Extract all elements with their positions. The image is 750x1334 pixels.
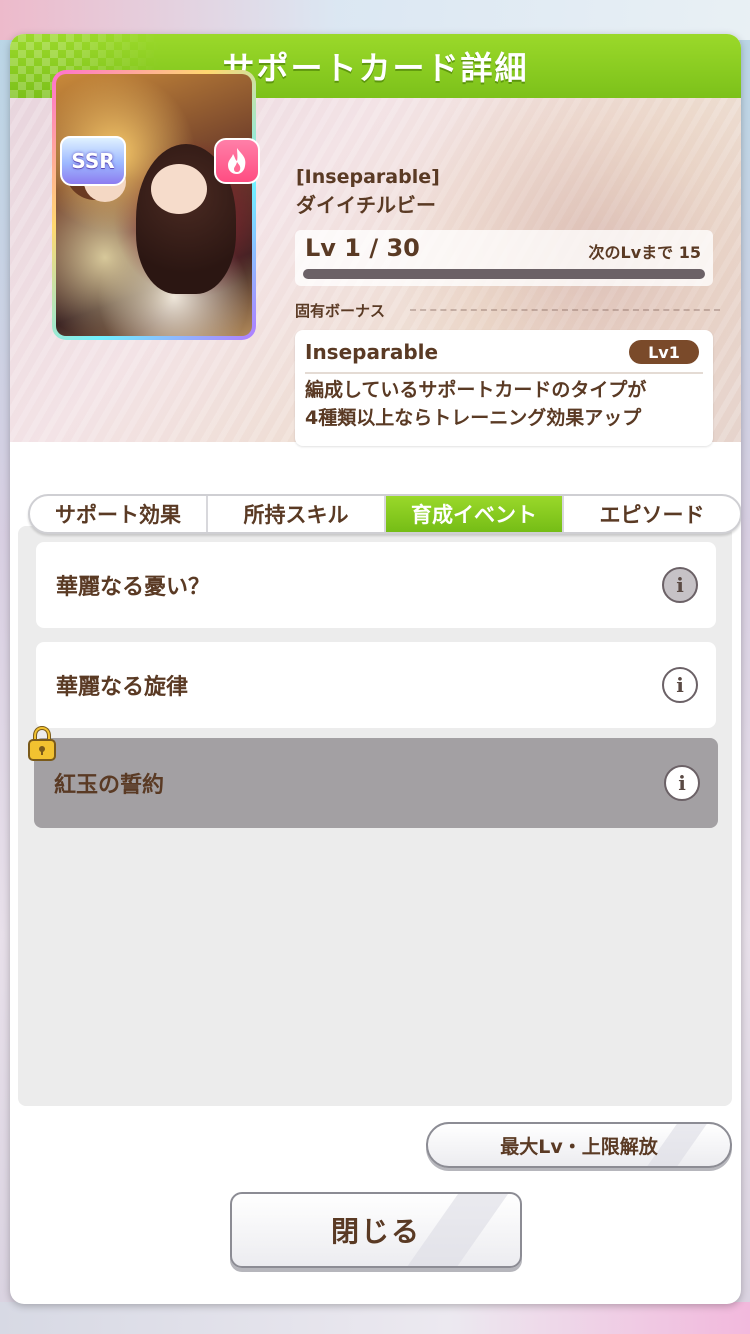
info-icon[interactable]: i bbox=[662, 567, 698, 603]
section-divider bbox=[410, 309, 720, 311]
tab-support-effect[interactable]: サポート効果 bbox=[30, 496, 208, 532]
next-level-text: 次のLvまで 15 bbox=[588, 243, 701, 262]
level-progress-bar bbox=[303, 269, 705, 279]
event-list-panel: 華麗なる憂い？ i 華麗なる旋律 i 紅玉の誓約 i bbox=[18, 526, 732, 1106]
tab-episode[interactable]: エピソード bbox=[564, 496, 740, 532]
info-icon[interactable]: i bbox=[664, 765, 700, 801]
event-label: 華麗なる憂い？ bbox=[56, 575, 211, 600]
background-bottom-strip bbox=[0, 1302, 750, 1334]
bonus-description: 編成しているサポートカードのタイプが 4種類以上ならトレーニング効果アップ bbox=[305, 376, 703, 432]
support-card-image[interactable] bbox=[52, 70, 256, 340]
card-character-face bbox=[151, 164, 207, 214]
tab-bar: サポート効果 所持スキル 育成イベント エピソード bbox=[28, 494, 741, 534]
card-artwork bbox=[56, 74, 252, 336]
max-level-button-label: 最大Lv・上限解放 bbox=[500, 1135, 658, 1158]
event-label: 紅玉の誓約 bbox=[54, 773, 165, 798]
unique-bonus-label: 固有ボーナス bbox=[295, 302, 386, 320]
event-row-1[interactable]: 華麗なる憂い？ i bbox=[36, 542, 716, 628]
flame-icon bbox=[214, 138, 260, 184]
unique-bonus-panel: Inseparable Lv1 編成しているサポートカードのタイプが 4種類以上… bbox=[295, 330, 713, 446]
event-row-2[interactable]: 華麗なる旋律 i bbox=[36, 642, 716, 728]
tab-training-events[interactable]: 育成イベント bbox=[386, 496, 564, 532]
rarity-badge: SSR bbox=[60, 136, 126, 186]
lock-icon bbox=[26, 725, 58, 762]
event-label: 華麗なる旋律 bbox=[56, 675, 189, 700]
card-character-name: ダイイチルビー bbox=[296, 193, 436, 217]
bonus-name: Inseparable bbox=[305, 340, 439, 364]
bonus-level-badge: Lv1 bbox=[629, 340, 699, 364]
rarity-label: SSR bbox=[71, 149, 115, 173]
support-card-detail-dialog: サポートカード詳細 SSR [Inseparable] ダイイチルビー Lv 1… bbox=[10, 34, 741, 1304]
bonus-divider bbox=[305, 372, 703, 374]
dialog-title: サポートカード詳細 bbox=[222, 49, 529, 87]
bonus-description-line2: 4種類以上ならトレーニング効果アップ bbox=[305, 407, 642, 429]
bonus-description-line1: 編成しているサポートカードのタイプが bbox=[305, 379, 647, 401]
max-level-limit-break-button[interactable]: 最大Lv・上限解放 bbox=[426, 1122, 732, 1168]
card-title: [Inseparable] bbox=[296, 166, 440, 188]
level-panel: Lv 1 / 30 次のLvまで 15 bbox=[295, 230, 713, 286]
event-row-3-locked[interactable]: 紅玉の誓約 i bbox=[34, 738, 718, 828]
level-text: Lv 1 / 30 bbox=[305, 234, 420, 262]
close-button[interactable]: 閉じる bbox=[230, 1192, 522, 1268]
tab-owned-skills[interactable]: 所持スキル bbox=[208, 496, 386, 532]
close-button-label: 閉じる bbox=[330, 1215, 421, 1248]
info-icon[interactable]: i bbox=[662, 667, 698, 703]
